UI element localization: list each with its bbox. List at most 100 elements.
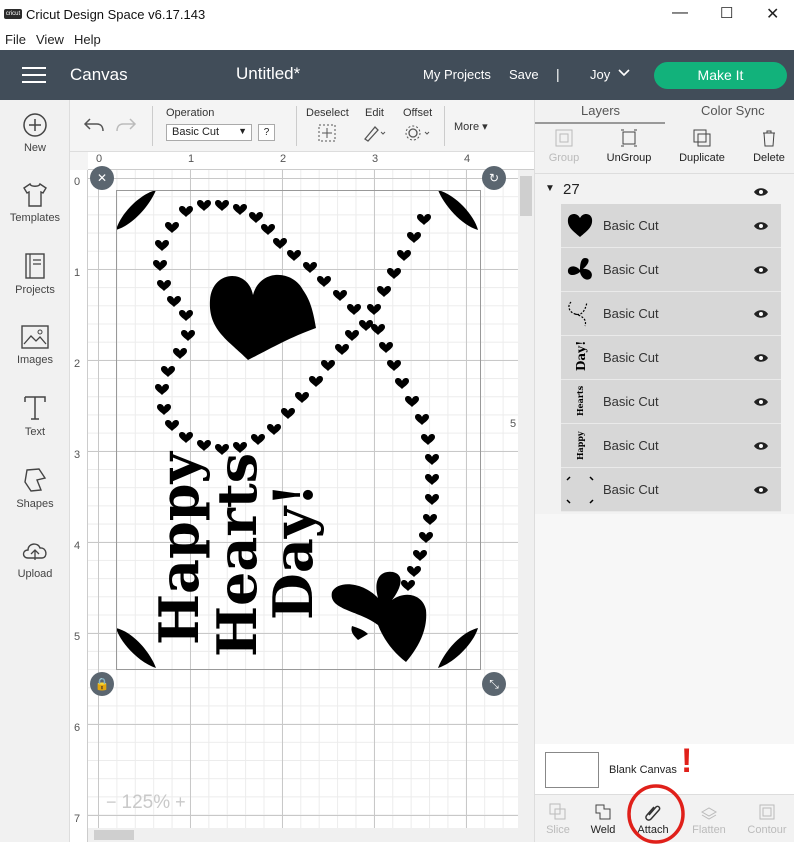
- heart-path-thumb: [568, 301, 588, 327]
- sidebar-item-images[interactable]: Images: [0, 324, 70, 366]
- undo-icon[interactable]: [82, 115, 106, 135]
- happy-text-thumb: Happy: [575, 431, 585, 460]
- delete-button[interactable]: Delete: [737, 128, 794, 164]
- layer-row[interactable]: Day! Basic Cut: [561, 336, 781, 380]
- sidebar-item-text[interactable]: Text: [0, 394, 70, 438]
- my-projects-link[interactable]: My Projects: [423, 67, 491, 82]
- shapes-icon: [24, 468, 47, 492]
- hamburger-menu-icon[interactable]: [22, 67, 46, 83]
- close-button[interactable]: ✕: [766, 4, 779, 24]
- offset-icon[interactable]: [404, 124, 432, 142]
- menu-help[interactable]: Help: [74, 32, 101, 47]
- minimize-button[interactable]: —: [672, 4, 688, 22]
- operation-value: Basic Cut: [172, 126, 220, 138]
- eye-icon[interactable]: [753, 308, 769, 320]
- panel-tabs: Layers Color Sync: [535, 100, 794, 124]
- eye-icon[interactable]: [753, 264, 769, 276]
- more-menu[interactable]: More ▾: [454, 120, 488, 133]
- layer-row[interactable]: Basic Cut: [561, 292, 781, 336]
- layer-row[interactable]: Hearts Basic Cut: [561, 380, 781, 424]
- delete-label: Delete: [753, 152, 785, 164]
- header-separator: |: [556, 66, 560, 82]
- tshirt-icon: [23, 182, 47, 207]
- sidebar-item-projects[interactable]: Projects: [0, 252, 70, 296]
- ruler-label: 2: [74, 358, 81, 370]
- sidebar-item-label: Templates: [9, 212, 61, 224]
- sidebar-item-upload[interactable]: Upload: [0, 538, 70, 580]
- eye-icon[interactable]: [753, 220, 769, 232]
- layer-row[interactable]: Basic Cut: [561, 204, 781, 248]
- caret-down-icon[interactable]: ▼: [545, 183, 555, 194]
- vertical-scrollbar[interactable]: [518, 170, 534, 842]
- weld-icon: [595, 804, 611, 820]
- make-it-button[interactable]: Make It: [654, 62, 787, 89]
- ruler-vertical: 0 1 2 3 4 5 6 7: [70, 170, 88, 842]
- redo-icon[interactable]: [114, 115, 138, 135]
- tab-color-sync[interactable]: Color Sync: [701, 103, 765, 118]
- save-button[interactable]: Save: [509, 67, 539, 82]
- layer-group-row[interactable]: ▼ 27: [535, 178, 781, 202]
- scrollbar-thumb[interactable]: [94, 830, 134, 840]
- contour-label: Contour: [747, 824, 787, 836]
- sidebar-item-templates[interactable]: Templates: [0, 182, 70, 224]
- eye-icon[interactable]: [753, 396, 769, 408]
- lock-handle-icon[interactable]: 🔒: [90, 672, 114, 696]
- resize-handle-icon[interactable]: ⤡: [482, 672, 506, 696]
- zoom-out-button[interactable]: −: [106, 792, 117, 812]
- duplicate-button[interactable]: Duplicate: [670, 128, 734, 164]
- heart-thumb: [567, 213, 593, 237]
- group-name: 27: [563, 181, 580, 198]
- rotate-handle-icon[interactable]: ↻: [482, 166, 506, 190]
- menu-view[interactable]: View: [36, 32, 64, 47]
- tab-layers[interactable]: Layers: [581, 103, 620, 118]
- ungroup-icon: [621, 129, 637, 147]
- text-t-icon: [24, 396, 46, 420]
- maximize-button[interactable]: ☐: [720, 4, 733, 22]
- layer-label: Basic Cut: [603, 306, 659, 321]
- eye-icon[interactable]: [753, 484, 769, 496]
- scrollbar-thumb[interactable]: [520, 176, 532, 216]
- toolbar-divider: [444, 106, 445, 146]
- operation-select[interactable]: Basic Cut ▼: [166, 124, 252, 141]
- contour-button[interactable]: Contour: [742, 803, 792, 836]
- edit-label: Edit: [365, 107, 384, 119]
- zoom-in-button[interactable]: +: [175, 792, 186, 812]
- book-icon: [25, 253, 45, 279]
- slice-icon: [549, 803, 566, 820]
- sidebar-item-shapes[interactable]: Shapes: [0, 466, 70, 510]
- eye-icon[interactable]: [753, 352, 769, 364]
- edit-icon[interactable]: [362, 124, 386, 142]
- layer-label: Basic Cut: [603, 394, 659, 409]
- edit-toolbar: Operation Basic Cut ▼ ? Deselect Edit Off…: [70, 100, 534, 152]
- blank-canvas-label: Blank Canvas: [609, 764, 677, 776]
- group-button[interactable]: Group: [532, 128, 596, 164]
- layer-row[interactable]: Basic Cut: [561, 468, 781, 512]
- weld-button[interactable]: Weld: [578, 803, 628, 836]
- layer-row[interactable]: Basic Cut: [561, 248, 781, 292]
- operation-label: Operation: [166, 107, 215, 119]
- close-handle-icon[interactable]: ✕: [90, 166, 114, 190]
- slice-label: Slice: [546, 824, 570, 836]
- sidebar-item-new[interactable]: New: [0, 112, 70, 154]
- sidebar-item-label: Shapes: [16, 498, 54, 510]
- butterfly-thumb: [567, 258, 592, 280]
- help-button[interactable]: ?: [258, 124, 275, 141]
- layer-row[interactable]: Happy Basic Cut: [561, 424, 781, 468]
- chevron-down-icon[interactable]: [618, 68, 630, 78]
- eye-icon[interactable]: [753, 186, 769, 198]
- user-menu[interactable]: Joy: [590, 67, 610, 82]
- menu-file[interactable]: File: [5, 32, 26, 47]
- hearts-text-thumb: Hearts: [575, 386, 585, 416]
- eye-icon[interactable]: [753, 440, 769, 452]
- ruler-label: 5: [74, 631, 81, 643]
- ruler-label: 3: [372, 153, 379, 165]
- flatten-button[interactable]: Flatten: [684, 803, 734, 836]
- selection-bounding-box[interactable]: [116, 190, 481, 670]
- ungroup-button[interactable]: UnGroup: [597, 128, 661, 164]
- cloud-upload-icon: [22, 543, 47, 560]
- horizontal-scrollbar[interactable]: [88, 828, 518, 842]
- deselect-icon[interactable]: [318, 124, 336, 142]
- canvas-swatch[interactable]: [545, 752, 599, 788]
- slice-button[interactable]: Slice: [533, 803, 583, 836]
- project-name: Untitled*: [236, 64, 301, 83]
